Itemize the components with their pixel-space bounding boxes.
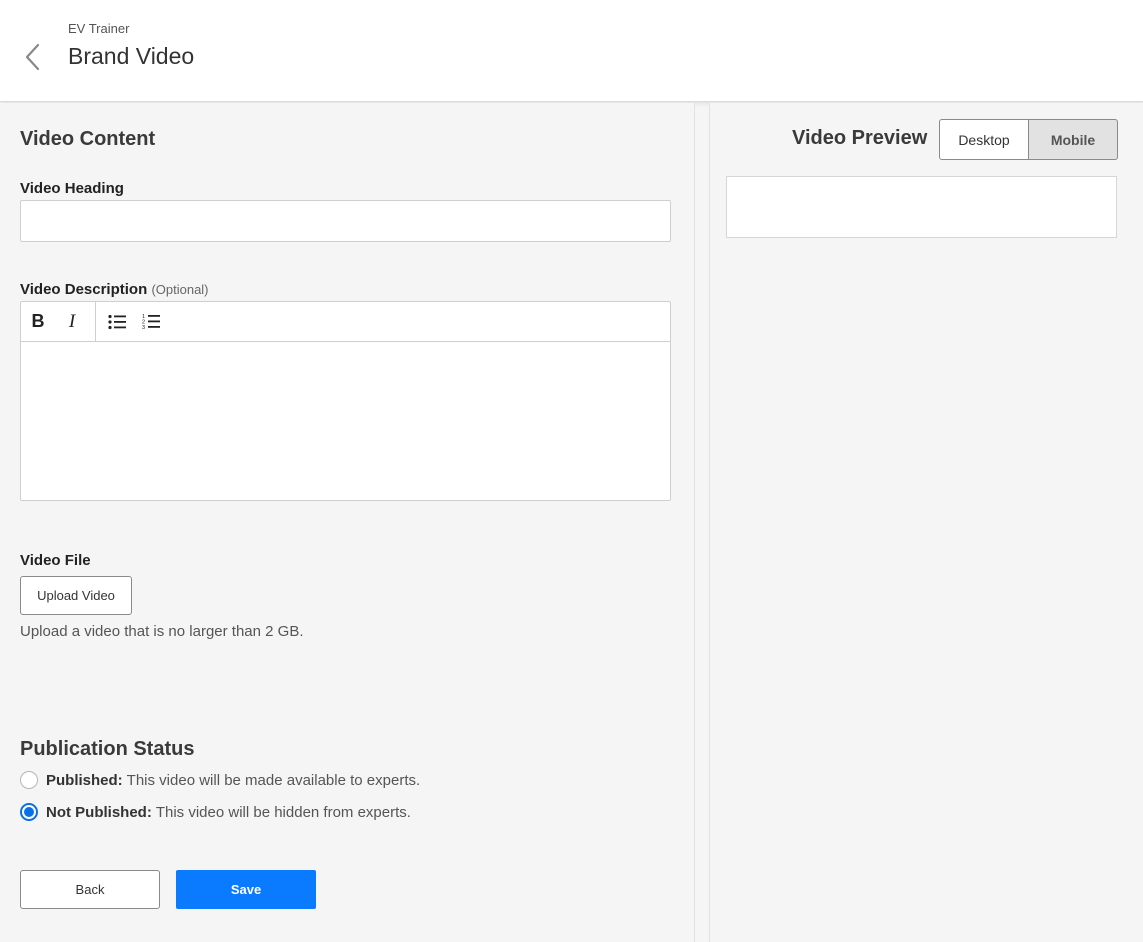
video-description-label-text: Video Description: [20, 281, 148, 298]
mobile-preview-button[interactable]: Mobile: [1029, 119, 1118, 160]
rich-text-editor: B I 1 2 3: [20, 301, 671, 501]
bulleted-list-button[interactable]: [100, 302, 134, 342]
description-editor-area[interactable]: [21, 342, 670, 500]
list-group: 1 2 3: [96, 302, 168, 341]
bold-button[interactable]: B: [21, 302, 55, 342]
published-description: This video will be made available to exp…: [126, 771, 421, 789]
format-group: B I: [21, 302, 96, 341]
published-label: Published:: [46, 771, 123, 789]
page-header: EV Trainer Brand Video: [0, 0, 1143, 102]
video-preview-heading: Video Preview: [792, 127, 928, 149]
published-option[interactable]: Published: This video will be made avail…: [20, 771, 420, 789]
upload-video-button[interactable]: Upload Video: [20, 576, 132, 615]
not-published-description: This video will be hidden from experts.: [155, 803, 411, 821]
not-published-label: Not Published:: [46, 803, 152, 821]
bulleted-list-icon: [108, 314, 126, 329]
preview-mode-toggle: Desktop Mobile: [939, 119, 1118, 160]
italic-button[interactable]: I: [55, 302, 89, 342]
numbered-list-icon: 1 2 3: [142, 314, 160, 330]
not-published-radio[interactable]: [20, 803, 38, 821]
published-radio[interactable]: [20, 771, 38, 789]
editor-toolbar: B I 1 2 3: [21, 302, 670, 342]
breadcrumb: EV Trainer: [68, 21, 130, 36]
not-published-option[interactable]: Not Published: This video will be hidden…: [20, 803, 411, 821]
numbered-list-button[interactable]: 1 2 3: [134, 302, 168, 342]
save-button[interactable]: Save: [176, 870, 316, 909]
svg-text:3: 3: [142, 325, 145, 330]
video-preview-area: [726, 176, 1117, 238]
video-description-label: Video Description (Optional): [20, 281, 209, 298]
video-heading-input[interactable]: [20, 200, 671, 242]
chevron-left-icon[interactable]: [22, 42, 44, 72]
video-file-label: Video File: [20, 552, 91, 569]
optional-tag: (Optional): [151, 282, 209, 297]
upload-hint: Upload a video that is no larger than 2 …: [20, 623, 304, 640]
video-heading-label: Video Heading: [20, 180, 124, 197]
video-preview-panel: Video Preview Desktop Mobile: [709, 103, 1143, 942]
video-content-panel: Video Content Video Heading Video Descri…: [0, 103, 695, 942]
desktop-preview-button[interactable]: Desktop: [939, 119, 1029, 160]
video-content-heading: Video Content: [20, 128, 156, 150]
page-title: Brand Video: [68, 43, 195, 69]
back-button[interactable]: Back: [20, 870, 160, 909]
publication-status-heading: Publication Status: [20, 738, 195, 760]
